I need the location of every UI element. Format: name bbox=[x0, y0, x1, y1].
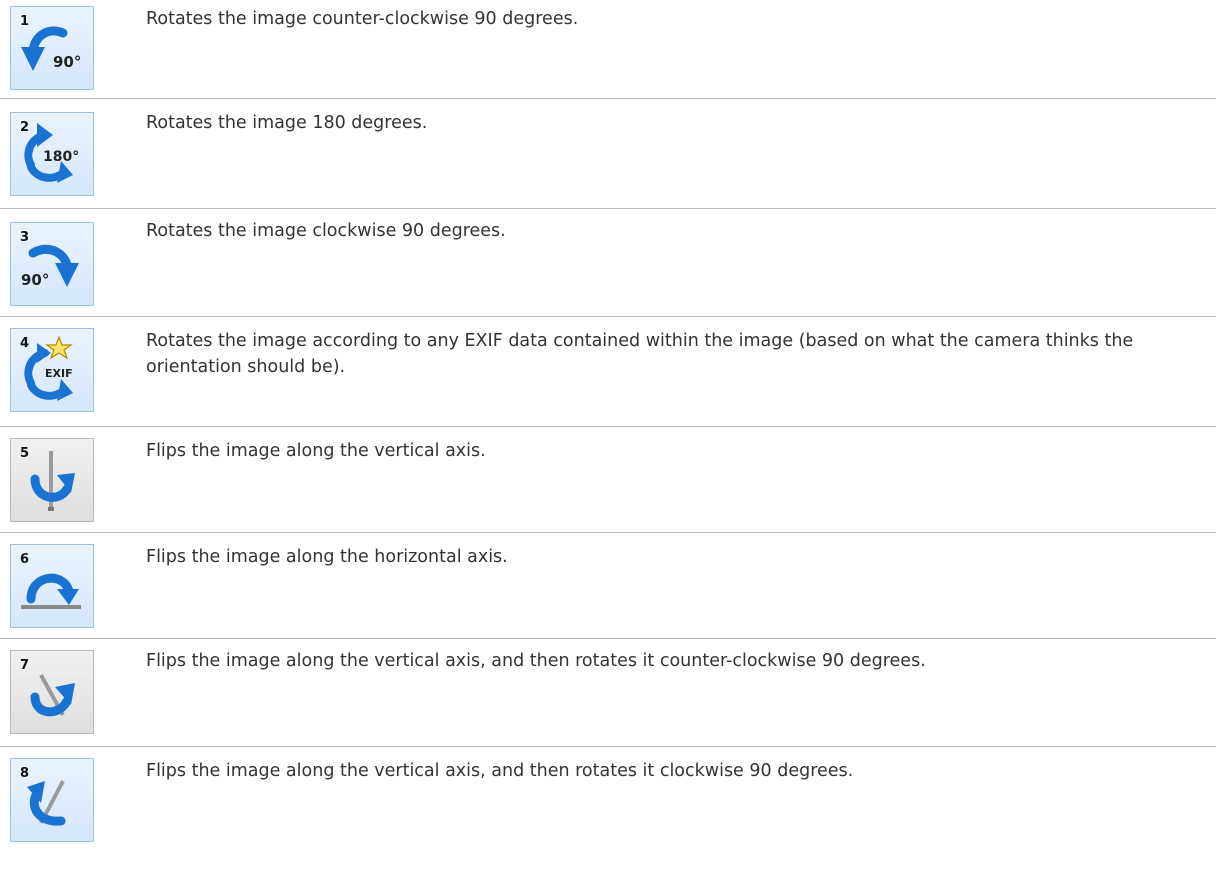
svg-text:90°: 90° bbox=[53, 53, 81, 71]
row-description: Flips the image along the vertical axis,… bbox=[146, 761, 854, 781]
table-row: 90° 3 Rotates the image clockwise 90 deg… bbox=[0, 208, 1216, 317]
row-description: Rotates the image clockwise 90 degrees. bbox=[146, 221, 506, 241]
table-row: 8 Flips the image along the vertical axi… bbox=[0, 746, 1216, 888]
row-number: 2 bbox=[20, 120, 30, 135]
svg-text:EXIF: EXIF bbox=[45, 367, 73, 380]
row-description: Flips the image along the horizontal axi… bbox=[146, 547, 508, 567]
row-number: 3 bbox=[20, 230, 30, 245]
rotate-counter-clockwise-90-button[interactable]: 90° 1 bbox=[10, 6, 94, 90]
flip-vertical-axis-button[interactable]: 5 bbox=[10, 438, 94, 522]
row-number: 6 bbox=[20, 552, 30, 567]
rotate-clockwise-90-button[interactable]: 90° 3 bbox=[10, 222, 94, 306]
row-description: Rotates the image counter-clockwise 90 d… bbox=[146, 9, 579, 29]
table-row: 6 Flips the image along the horizontal a… bbox=[0, 532, 1216, 639]
row-description: Flips the image along the vertical axis. bbox=[146, 441, 486, 461]
row-number: 4 bbox=[20, 336, 30, 351]
flip-vertical-rotate-ccw-button[interactable]: 7 bbox=[10, 650, 94, 734]
row-number: 8 bbox=[20, 766, 30, 781]
table-row: EXIF 4 Rotates the image according to an… bbox=[0, 316, 1216, 427]
table-row: 90° 1 Rotates the image counter-clockwis… bbox=[0, 0, 1216, 99]
row-number: 5 bbox=[20, 446, 30, 461]
table-row: 180° 2 Rotates the image 180 degrees. bbox=[0, 98, 1216, 209]
row-number: 1 bbox=[20, 14, 30, 29]
rotate-exif-button[interactable]: EXIF 4 bbox=[10, 328, 94, 412]
table-row: 5 Flips the image along the vertical axi… bbox=[0, 426, 1216, 533]
svg-text:90°: 90° bbox=[21, 271, 49, 289]
rotate-180-button[interactable]: 180° 2 bbox=[10, 112, 94, 196]
row-number: 7 bbox=[20, 658, 30, 673]
table-row: 7 Flips the image along the vertical axi… bbox=[0, 638, 1216, 747]
row-description: Flips the image along the vertical axis,… bbox=[146, 651, 926, 671]
flip-horizontal-axis-button[interactable]: 6 bbox=[10, 544, 94, 628]
flip-vertical-rotate-cw-button[interactable]: 8 bbox=[10, 758, 94, 842]
row-description: Rotates the image 180 degrees. bbox=[146, 113, 428, 133]
svg-text:180°: 180° bbox=[43, 149, 79, 165]
star-icon bbox=[45, 335, 73, 360]
row-description: Rotates the image according to any EXIF … bbox=[146, 331, 1134, 377]
